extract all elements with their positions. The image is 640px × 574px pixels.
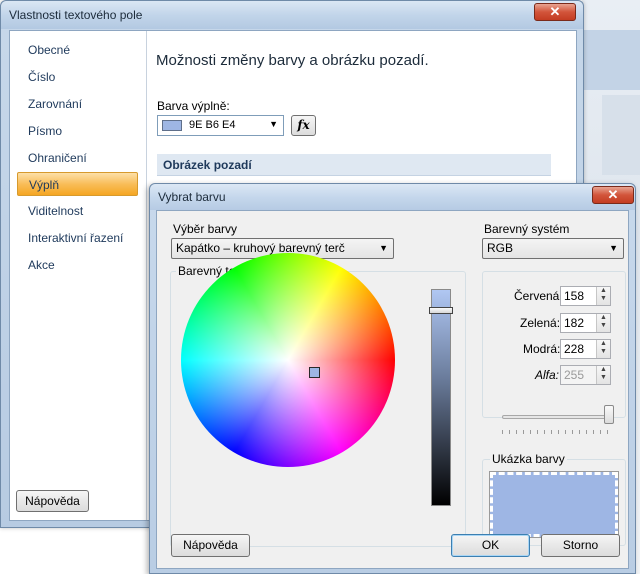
panel-heading: Možnosti změny barvy a obrázku pozadí. xyxy=(156,52,429,69)
red-label: Červená: xyxy=(514,289,563,303)
spin-up-icon: ▲ xyxy=(600,287,607,294)
brightness-bar[interactable] xyxy=(431,289,451,506)
blue-value: 228 xyxy=(564,342,585,356)
color-sample-swatch xyxy=(489,471,619,538)
green-input[interactable]: 182 ▲ ▼ xyxy=(560,313,611,333)
fill-color-label: Barva výplně: xyxy=(157,99,230,113)
desktop-window-fragment xyxy=(582,30,640,90)
chevron-down-icon: ▼ xyxy=(609,243,618,253)
dialog-title-bar[interactable]: Vybrat barvu xyxy=(150,184,635,210)
color-system-label: Barevný systém xyxy=(484,222,570,236)
nav-item-label: Písmo xyxy=(28,124,63,138)
blue-input[interactable]: 228 ▲ ▼ xyxy=(560,339,611,359)
spin-down-icon: ▼ xyxy=(600,374,607,381)
nav-item-label: Viditelnost xyxy=(28,204,84,218)
chevron-down-icon: ▼ xyxy=(269,119,278,129)
nav-item-number[interactable]: Číslo xyxy=(17,65,138,89)
desktop-window-fragment xyxy=(602,95,640,175)
close-icon: ✕ xyxy=(549,4,561,19)
nav-item-general[interactable]: Obecné xyxy=(17,38,138,62)
nav-item-label: Obecné xyxy=(28,43,71,57)
red-spin-buttons[interactable]: ▲ ▼ xyxy=(596,287,610,305)
nav-item-label: Výplň xyxy=(29,178,60,192)
color-wheel-cursor[interactable] xyxy=(309,367,320,378)
alpha-input[interactable]: 255 ▲ ▼ xyxy=(560,365,611,385)
dialog-help-button[interactable]: Nápověda xyxy=(171,534,250,557)
expression-button[interactable]: fx xyxy=(291,115,316,136)
window-title: Vlastnosti textového pole xyxy=(9,8,143,22)
nav-item-border[interactable]: Ohraničení xyxy=(17,146,138,170)
alpha-label: Alfa: xyxy=(535,368,560,382)
help-button[interactable]: Nápověda xyxy=(16,490,89,512)
close-button[interactable]: ✕ xyxy=(534,3,576,21)
color-picker-label: Výběr barvy xyxy=(173,222,238,236)
fill-color-value: 9E B6 E4 xyxy=(189,119,236,131)
green-spin-buttons[interactable]: ▲ ▼ xyxy=(596,314,610,332)
chevron-down-icon: ▼ xyxy=(379,243,388,253)
spin-up-icon: ▲ xyxy=(600,340,607,347)
alpha-spin-buttons[interactable]: ▲ ▼ xyxy=(596,366,610,384)
nav-item-label: Zarovnání xyxy=(28,97,83,111)
dialog-close-button[interactable]: ✕ xyxy=(592,186,634,204)
alpha-slider-thumb[interactable] xyxy=(604,405,614,424)
color-system-value: RGB xyxy=(487,241,514,255)
title-bar[interactable]: Vlastnosti textového pole xyxy=(1,1,583,29)
color-wheel[interactable] xyxy=(181,253,395,467)
cancel-button[interactable]: Storno xyxy=(541,534,620,557)
nav-item-interactive-sort[interactable]: Interaktivní řazení xyxy=(17,226,138,250)
spin-up-icon: ▲ xyxy=(600,314,607,321)
section-title: Obrázek pozadí xyxy=(163,158,252,172)
fill-color-swatch xyxy=(162,120,182,131)
fill-color-dropdown[interactable]: 9E B6 E4 ▼ xyxy=(157,115,284,136)
blue-label: Modrá: xyxy=(523,342,561,356)
alpha-value: 255 xyxy=(564,368,585,382)
color-sample-label: Ukázka barvy xyxy=(490,452,567,466)
nav-item-label: Ohraničení xyxy=(28,151,87,165)
nav-item-label: Interaktivní řazení xyxy=(28,231,124,245)
close-icon: ✕ xyxy=(607,187,619,202)
ok-button[interactable]: OK xyxy=(451,534,530,557)
alpha-slider-ticks xyxy=(502,430,614,434)
dialog-title: Vybrat barvu xyxy=(158,190,226,204)
dialog-client-area: Výběr barvy Kapátko – kruhový barevný te… xyxy=(156,210,629,569)
red-value: 158 xyxy=(564,289,585,303)
spin-up-icon: ▲ xyxy=(600,366,607,373)
nav-item-label: Akce xyxy=(28,258,55,272)
spin-down-icon: ▼ xyxy=(600,322,607,329)
nav-item-visibility[interactable]: Viditelnost xyxy=(17,199,138,223)
color-sample-group: Ukázka barvy xyxy=(482,452,626,546)
select-color-dialog: Vybrat barvu ✕ Výběr barvy Kapátko – kru… xyxy=(149,183,636,574)
nav-item-fill[interactable]: Výplň xyxy=(17,172,138,196)
nav-item-label: Číslo xyxy=(28,70,56,84)
green-value: 182 xyxy=(564,316,585,330)
spin-down-icon: ▼ xyxy=(600,348,607,355)
color-system-dropdown[interactable]: RGB ▼ xyxy=(482,238,624,259)
red-input[interactable]: 158 ▲ ▼ xyxy=(560,286,611,306)
nav-item-font[interactable]: Písmo xyxy=(17,119,138,143)
function-icon: fx xyxy=(297,118,310,132)
alpha-slider[interactable] xyxy=(502,415,614,419)
properties-nav: Obecné Číslo Zarovnání Písmo Ohraničení … xyxy=(10,31,147,520)
brightness-thumb[interactable] xyxy=(429,307,453,314)
green-label: Zelená: xyxy=(520,316,561,330)
nav-item-alignment[interactable]: Zarovnání xyxy=(17,92,138,116)
background-image-section: Obrázek pozadí xyxy=(157,154,551,176)
blue-spin-buttons[interactable]: ▲ ▼ xyxy=(596,340,610,358)
spin-down-icon: ▼ xyxy=(600,295,607,302)
nav-item-action[interactable]: Akce xyxy=(17,253,138,277)
color-picker-value: Kapátko – kruhový barevný terč xyxy=(176,241,345,255)
